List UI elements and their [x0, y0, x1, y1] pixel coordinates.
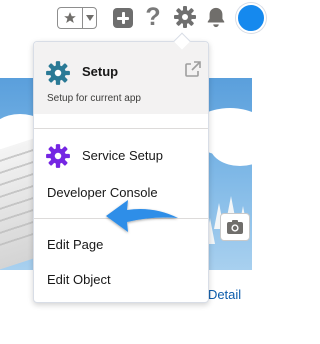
setup-subtitle: Setup for current app [47, 93, 141, 104]
setup-menu-header[interactable]: Setup Setup for current app [34, 42, 208, 114]
global-actions-button[interactable] [113, 8, 133, 28]
camera-icon [227, 220, 243, 234]
gear-icon [46, 144, 70, 168]
bell-icon [207, 7, 225, 28]
caret-down-icon [85, 15, 94, 21]
menu-item-service-setup[interactable]: Service Setup [82, 148, 163, 163]
favorites-menu-button[interactable] [83, 8, 96, 28]
arrow-icon [106, 200, 178, 232]
setup-title[interactable]: Setup [82, 64, 118, 79]
gear-icon [174, 6, 196, 28]
external-link-icon[interactable] [185, 61, 201, 77]
favorites-button[interactable] [58, 8, 83, 28]
menu-item-edit-object[interactable]: Edit Object [34, 265, 208, 295]
question-icon: ? [145, 3, 161, 31]
star-icon [64, 12, 76, 23]
menu-divider [34, 128, 208, 129]
setup-menu: Setup Setup for current app Service Setu… [33, 41, 209, 303]
favorites-group [57, 7, 97, 29]
help-button[interactable]: ? [143, 2, 163, 31]
user-avatar[interactable] [236, 3, 266, 33]
change-photo-button[interactable] [220, 213, 250, 241]
notifications-button[interactable] [205, 6, 227, 33]
gear-icon [46, 61, 70, 85]
setup-gear-button[interactable] [173, 5, 197, 34]
